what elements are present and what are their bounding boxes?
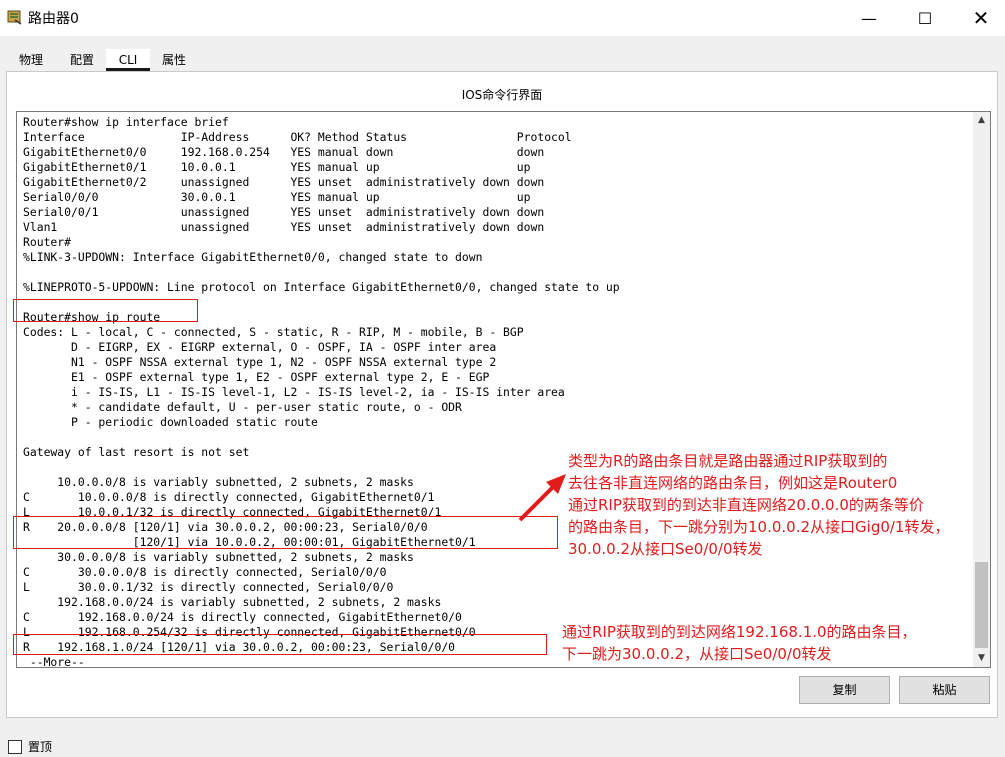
tab-cli[interactable]: CLI — [106, 49, 150, 71]
terminal-line: Router# — [23, 235, 72, 249]
copy-button[interactable]: 复制 — [799, 676, 890, 704]
terminal-line: GigabitEthernet0/1 10.0.0.1 YES manual u… — [23, 160, 531, 174]
terminal-line: 30.0.0.0/8 is variably subnetted, 2 subn… — [23, 550, 414, 564]
terminal-line: C 192.168.0.0/24 is directly connected, … — [23, 610, 462, 624]
terminal-line: %LINEPROTO-5-UPDOWN: Line protocol on In… — [23, 280, 620, 294]
annotation-rip-route-20: 类型为R的路由条目就是路由器通过RIP获取到的 去往各非直连网络的路由条目，例如… — [568, 452, 950, 558]
terminal-line: Gateway of last resort is not set — [23, 445, 250, 459]
terminal-scrollbar[interactable]: ▲ ▼ — [973, 111, 991, 668]
terminal-line: Serial0/0/1 unassigned YES unset adminis… — [23, 205, 545, 219]
terminal-line: L 30.0.0.1/32 is directly connected, Ser… — [23, 580, 394, 594]
window-title: 路由器0 — [28, 11, 79, 27]
terminal-line: %LINK-3-UPDOWN: Interface GigabitEtherne… — [23, 250, 483, 264]
router-icon — [7, 10, 22, 25]
title-bar: 路由器0 — ☐ ✕ — [0, 0, 1005, 36]
pin-on-top[interactable]: 置顶 — [8, 738, 52, 755]
terminal-lines: Router#show ip interface brief Interface … — [23, 115, 620, 668]
highlight-rip-route-192 — [13, 634, 547, 655]
terminal-line: C 30.0.0.0/8 is directly connected, Seri… — [23, 565, 387, 579]
paste-button[interactable]: 粘贴 — [899, 676, 990, 704]
scroll-thumb[interactable] — [975, 562, 988, 648]
terminal-line: GigabitEthernet0/0 192.168.0.254 YES man… — [23, 145, 545, 159]
annotation-rip-route-192: 通过RIP获取到的到达网络192.168.1.0的路由条目， 下一跳为30.0.… — [562, 623, 917, 663]
terminal-line: D - EIGRP, EX - EIGRP external, O - OSPF… — [23, 340, 497, 354]
close-button[interactable]: ✕ — [958, 0, 1004, 36]
terminal-line: Interface IP-Address OK? Method Status P… — [23, 130, 572, 144]
terminal-line: Codes: L - local, C - connected, S - sta… — [23, 325, 524, 339]
terminal-line: P - periodic downloaded static route — [23, 415, 318, 429]
cli-heading: IOS命令行界面 — [461, 88, 543, 102]
terminal-line: N1 - OSPF NSSA external type 1, N2 - OSP… — [23, 355, 497, 369]
minimize-button[interactable]: — — [846, 0, 892, 36]
highlight-show-ip-route — [13, 299, 198, 322]
tab-config[interactable]: 配置 — [60, 49, 104, 71]
scroll-down-arrow-icon[interactable]: ▼ — [973, 650, 990, 667]
tab-attributes[interactable]: 属性 — [156, 49, 192, 71]
terminal-line: --More-- — [23, 655, 85, 668]
maximize-button[interactable]: ☐ — [902, 0, 948, 36]
terminal-line: GigabitEthernet0/2 unassigned YES unset … — [23, 175, 545, 189]
pin-checkbox[interactable] — [8, 739, 22, 754]
terminal-line: Serial0/0/0 30.0.0.1 YES manual up up — [23, 190, 531, 204]
tab-physical[interactable]: 物理 — [8, 49, 54, 71]
terminal-output[interactable]: Router#show ip interface brief Interface … — [16, 111, 975, 668]
terminal-line: i - IS-IS, L1 - IS-IS level-1, L2 - IS-I… — [23, 385, 565, 399]
terminal-line: E1 - OSPF external type 1, E2 - OSPF ext… — [23, 370, 490, 384]
terminal-line: Router#show ip interface brief — [23, 115, 229, 129]
terminal-line: 192.168.0.0/24 is variably subnetted, 2 … — [23, 595, 442, 609]
annotation-arrow-icon — [518, 474, 566, 522]
pin-label: 置顶 — [28, 740, 53, 754]
highlight-rip-route-20 — [13, 516, 558, 549]
terminal-line: Vlan1 unassigned YES unset administrativ… — [23, 220, 545, 234]
scroll-up-arrow-icon[interactable]: ▲ — [973, 112, 990, 129]
terminal-line: * - candidate default, U - per-user stat… — [23, 400, 462, 414]
